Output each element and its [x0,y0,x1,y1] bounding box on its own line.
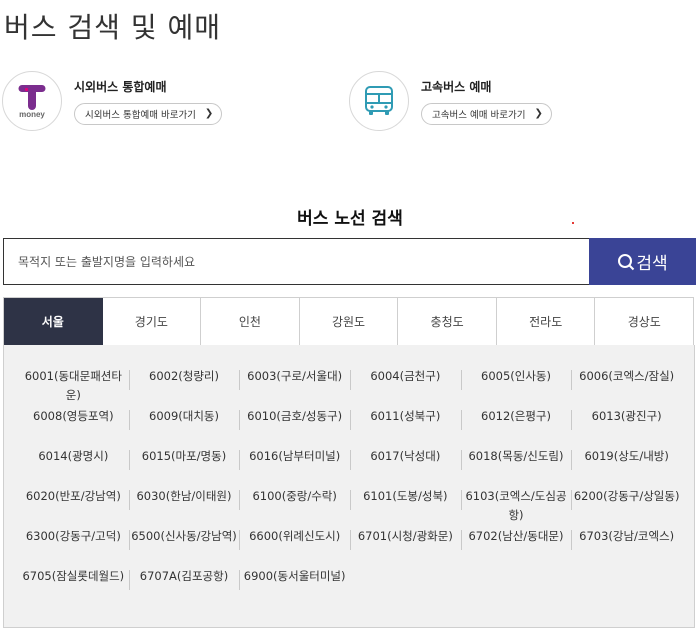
route-item[interactable]: 6100(중랑/수락) [239,487,350,527]
route-item[interactable]: 6103(코엑스/도심공항) [460,487,572,527]
tab-region[interactable]: 서울 [4,298,103,352]
route-search-input[interactable] [3,238,589,285]
decorative-dot [572,222,574,224]
route-item[interactable]: 6010(금호/성동구) [239,407,350,447]
page-title: 버스 검색 및 예매 [4,11,222,44]
route-item[interactable]: 6101(도봉/성북) [349,487,461,527]
chevron-right-icon: ❯ [534,108,543,119]
route-item[interactable]: 6705(잠실롯데월드) [18,567,129,607]
route-search-title: 버스 노선 검색 [297,209,403,229]
route-search-box: 검색 [3,238,696,285]
route-item[interactable]: 6900(동서울터미널) [239,567,350,607]
route-item[interactable]: 6300(강동구/고덕) [18,527,129,567]
route-item[interactable]: 6707A(김포공항) [128,567,240,607]
region-tabs: 서울 경기도 인천 강원도 충청도 전라도 경상도 [3,297,695,352]
intercity-bus-link-label: 시외버스 통합예매 바로가기 [85,109,196,121]
route-item[interactable]: 6019(상도/내방) [571,447,682,487]
route-item[interactable]: 6017(낙성대) [349,447,461,487]
route-item[interactable]: 6015(마포/명동) [128,447,240,487]
search-icon [618,253,635,270]
route-item[interactable]: 6002(청량리) [128,367,240,407]
express-bus-title: 고속버스 예매 [421,79,492,94]
route-list-panel: 6001(동대문패션타운) 6002(청량리) 6003(구로/서울대) 6004(금… [3,345,695,628]
intercity-bus-link-button[interactable]: 시외버스 통합예매 바로가기 ❯ [74,102,223,125]
route-item[interactable]: 6004(금천구) [349,367,461,407]
search-button[interactable]: 검색 [589,238,696,285]
route-item[interactable]: 6500(신사동/강남역) [128,527,240,567]
bus-icon [365,86,393,115]
route-list: 6001(동대문패션타운) 6002(청량리) 6003(구로/서울대) 6004(금… [18,367,682,607]
route-item[interactable]: 6018(목동/신도림) [460,447,572,487]
route-item[interactable]: 6702(남산/동대문) [460,527,572,567]
route-item[interactable]: 6012(은평구) [460,407,572,447]
route-item[interactable]: 6003(구로/서울대) [239,367,350,407]
route-item[interactable]: 6200(강동구/상일동) [571,487,682,527]
search-button-label: 검색 [636,254,668,274]
intercity-bus-title: 시외버스 통합예매 [74,79,167,94]
intercity-bus-service: money 시외버스 통합예매 시외버스 통합예매 바로가기 ❯ [2,70,223,132]
tmoney-logo-icon: money [18,85,46,119]
route-item[interactable]: 6014(광명시) [18,447,129,487]
route-item[interactable]: 6008(영등포역) [18,407,129,447]
route-item[interactable]: 6001(동대문패션타운) [18,367,129,407]
route-item[interactable]: 6016(남부터미널) [239,447,350,487]
express-bus-link-button[interactable]: 고속버스 예매 바로가기 ❯ [421,102,552,125]
route-item[interactable]: 6020(반포/강남역) [18,487,129,527]
route-item[interactable]: 6703(강남/코엑스) [571,527,682,567]
svg-text:money: money [19,110,45,119]
tab-region[interactable]: 인천 [201,298,300,346]
tab-region[interactable]: 경기도 [102,298,202,346]
chevron-right-icon: ❯ [204,108,214,119]
route-item[interactable]: 6030(한남/이태원) [128,487,240,527]
tmoney-logo[interactable]: money [2,71,62,131]
route-item[interactable]: 6005(인사동) [460,367,572,407]
route-item[interactable]: 6013(광진구) [571,407,682,447]
route-item[interactable]: 6600(위례신도시) [239,527,350,567]
tab-region[interactable]: 강원도 [299,298,399,346]
route-item[interactable]: 6011(성북구) [349,407,461,447]
route-item[interactable]: 6006(코엑스/잠실) [571,367,682,407]
express-bus-logo[interactable] [349,71,409,131]
tab-region[interactable]: 충청도 [398,298,497,346]
express-bus-service: 고속버스 예매 고속버스 예매 바로가기 ❯ [349,70,552,132]
route-item[interactable]: 6009(대치동) [128,407,240,447]
tab-region[interactable]: 경상도 [595,298,695,346]
tab-region[interactable]: 전라도 [496,298,596,346]
route-item[interactable]: 6701(시청/광화문) [349,527,461,567]
express-bus-link-label: 고속버스 예매 바로가기 [432,109,526,121]
